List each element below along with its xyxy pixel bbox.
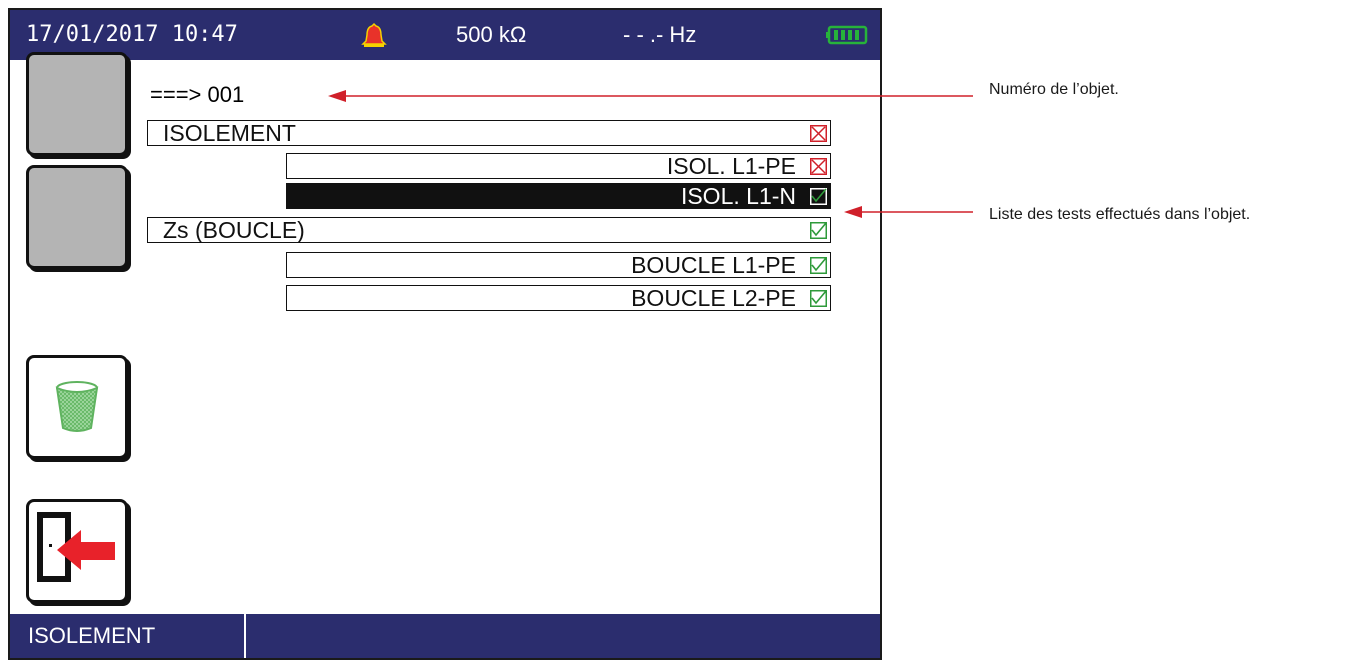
callout-arrow-tests-list: [844, 206, 973, 218]
callout-object-number: Numéro de l’objet.: [989, 81, 1119, 98]
callout-arrows: [328, 90, 973, 218]
callout-tests-list: Liste des tests effectués dans l’objet.: [989, 206, 1251, 223]
callout-arrow-object-number: [328, 90, 973, 102]
